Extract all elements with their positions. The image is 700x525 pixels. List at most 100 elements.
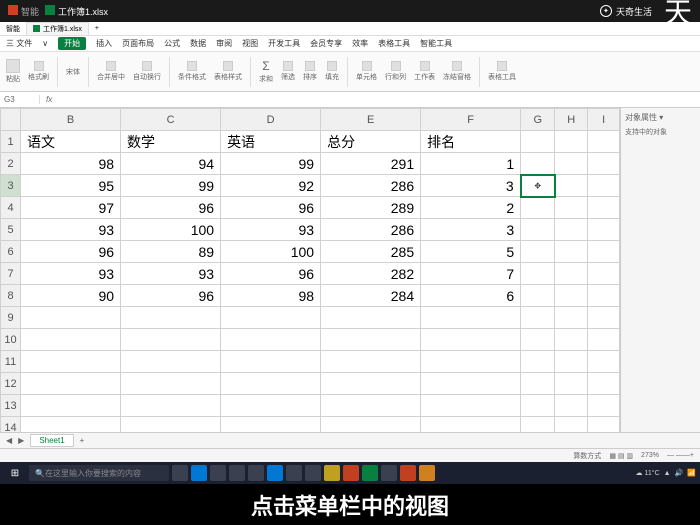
cell[interactable]: 5 [421,241,521,263]
col-f[interactable]: F [421,109,521,131]
cell[interactable] [521,395,555,417]
cell[interactable]: 96 [21,241,121,263]
cell[interactable] [555,263,588,285]
cell[interactable] [588,175,620,197]
task-icon[interactable] [172,465,188,481]
cell[interactable] [321,417,421,433]
ribbon-paste[interactable]: 粘贴 [6,59,20,84]
cell[interactable]: 94 [121,153,221,175]
cell[interactable] [221,329,321,351]
cell[interactable]: 96 [221,197,321,219]
cell[interactable] [221,417,321,433]
add-tab[interactable]: + [95,25,99,32]
cell[interactable] [588,329,620,351]
ribbon-cell[interactable]: 单元格 [356,61,377,82]
task-icon[interactable] [305,465,321,481]
cell[interactable]: 90 [21,285,121,307]
task-icon[interactable] [267,465,283,481]
search-box[interactable]: 🔍 在这里输入你要搜索的内容 [29,465,169,481]
cell[interactable] [555,285,588,307]
cell[interactable] [588,197,620,219]
menu-table[interactable]: 表格工具 [378,38,410,49]
cell[interactable] [121,417,221,433]
cell[interactable] [555,153,588,175]
doc-tab[interactable]: 工作簿1.xlsx [26,22,89,36]
weather[interactable]: ☁ 11°C [636,469,660,477]
cell[interactable] [521,417,555,433]
cell[interactable] [221,351,321,373]
menu-start[interactable]: 开始 [58,37,86,50]
cell[interactable] [588,417,620,433]
cell[interactable] [588,263,620,285]
cell[interactable] [588,131,620,153]
cell[interactable] [588,153,620,175]
ribbon-format[interactable]: 格式刷 [28,61,49,82]
sheet-tab[interactable]: Sheet1 [30,434,73,447]
cell[interactable] [555,373,588,395]
cell[interactable] [521,329,555,351]
cell[interactable]: 93 [21,263,121,285]
rowhead[interactable]: 4 [1,197,21,219]
cell[interactable] [321,351,421,373]
ribbon-style[interactable]: 表格样式 [214,61,242,82]
col-c[interactable]: C [121,109,221,131]
menu-data[interactable]: 数据 [190,38,206,49]
cell[interactable] [521,351,555,373]
rowhead[interactable]: 6 [1,241,21,263]
col-b[interactable]: B [21,109,121,131]
cell[interactable] [121,329,221,351]
cell[interactable]: 7 [421,263,521,285]
cell[interactable] [21,373,121,395]
cell[interactable]: 语文 [21,131,121,153]
col-i[interactable]: I [588,109,620,131]
task-icon[interactable] [191,465,207,481]
ribbon-sum[interactable]: Σ求和 [259,59,273,84]
cell[interactable] [555,241,588,263]
col-g[interactable]: G [521,109,555,131]
col-d[interactable]: D [221,109,321,131]
cell[interactable]: 95 [21,175,121,197]
cell[interactable]: 6 [421,285,521,307]
ribbon-cond[interactable]: 条件格式 [178,61,206,82]
ribbon-freeze[interactable]: 冻结窗格 [443,61,471,82]
cell[interactable] [321,307,421,329]
cell[interactable] [321,329,421,351]
task-icon[interactable] [343,465,359,481]
cell[interactable]: 99 [221,153,321,175]
prev-tab[interactable]: 智能 [6,24,20,34]
cell[interactable] [521,241,555,263]
cell[interactable]: ✥ [521,175,555,197]
menu-file[interactable]: 三 文件 [6,38,32,49]
cell[interactable] [521,373,555,395]
cell[interactable]: 89 [121,241,221,263]
cell[interactable]: 92 [221,175,321,197]
ribbon-merge[interactable]: 合并居中 [97,61,125,82]
cell[interactable] [521,285,555,307]
cell[interactable] [121,307,221,329]
rowhead[interactable]: 3 [1,175,21,197]
cell[interactable] [521,219,555,241]
cell[interactable]: 英语 [221,131,321,153]
cell[interactable]: 285 [321,241,421,263]
panel-title[interactable]: 对象属性 ▾ [625,112,696,123]
menu-layout[interactable]: 页面布局 [122,38,154,49]
ribbon-sheet[interactable]: 工作表 [414,61,435,82]
rowhead[interactable]: 11 [1,351,21,373]
fx-label[interactable]: fx [40,95,58,104]
rowhead[interactable]: 13 [1,395,21,417]
rowhead[interactable]: 8 [1,285,21,307]
ribbon-tools[interactable]: 表格工具 [488,61,516,82]
ribbon-sort[interactable]: 排序 [303,61,317,82]
cell[interactable] [321,395,421,417]
cell[interactable]: 291 [321,153,421,175]
rowhead[interactable]: 5 [1,219,21,241]
cell[interactable] [521,197,555,219]
task-icon[interactable] [324,465,340,481]
cell[interactable]: 289 [321,197,421,219]
select-all[interactable] [1,109,21,131]
cell[interactable]: 93 [21,219,121,241]
cell[interactable]: 96 [121,285,221,307]
cell[interactable] [588,219,620,241]
cell[interactable] [21,417,121,433]
tab-nav[interactable]: ▶ [18,436,24,445]
